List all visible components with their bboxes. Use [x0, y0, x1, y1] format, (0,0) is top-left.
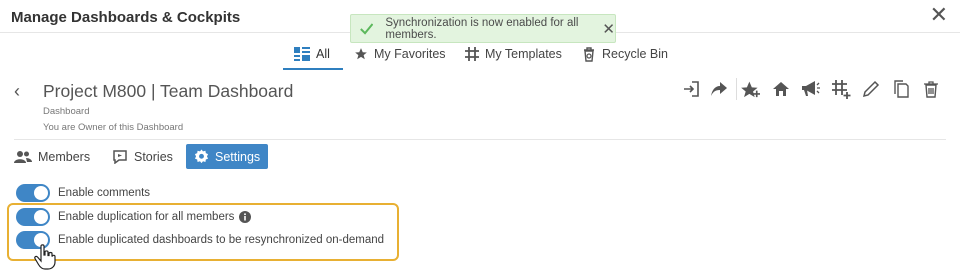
enable-comments-label: Enable comments: [58, 187, 151, 199]
star-add-icon[interactable]: [740, 78, 762, 100]
recycle-bin-icon: [584, 46, 594, 62]
copy-icon[interactable]: [890, 78, 912, 100]
tab-all-label: All: [316, 47, 330, 61]
check-icon: [360, 22, 374, 35]
subtab-members[interactable]: Members: [14, 144, 90, 169]
toast-close-button[interactable]: ✕: [602, 20, 615, 38]
tab-all[interactable]: All: [294, 42, 330, 66]
star-icon: [355, 48, 367, 60]
members-icon: [14, 150, 32, 163]
subtab-stories[interactable]: Stories: [112, 144, 173, 169]
back-button[interactable]: ‹: [14, 81, 20, 102]
toolbar-separator: [736, 78, 737, 100]
grid-icon: [294, 47, 310, 61]
enter-icon[interactable]: [680, 78, 702, 100]
toggle-knob: [34, 186, 48, 200]
main-tabs: All My Favorites My Templates Recycle Bi…: [0, 42, 960, 70]
tab-recycle-bin[interactable]: Recycle Bin: [582, 42, 668, 66]
active-tab-indicator: [283, 68, 343, 70]
trash-icon[interactable]: [920, 78, 942, 100]
tab-my-favorites-label: My Favorites: [374, 47, 446, 61]
toast-message: Synchronization is now enabled for all m…: [385, 16, 579, 41]
setting-enable-comments: Enable comments: [16, 184, 150, 202]
grid-add-icon[interactable]: [830, 78, 852, 100]
subtab-settings-label: Settings: [215, 149, 261, 164]
tab-my-templates-label: My Templates: [485, 47, 562, 61]
gear-icon: [194, 149, 209, 164]
enable-comments-toggle[interactable]: [16, 184, 50, 202]
stories-icon: [113, 149, 127, 164]
section-divider: [14, 139, 946, 140]
dashboard-type: Dashboard: [43, 106, 90, 117]
dialog-title: Manage Dashboards & Cockpits: [11, 9, 241, 26]
subtab-settings[interactable]: Settings: [186, 144, 269, 169]
tab-my-templates[interactable]: My Templates: [465, 42, 562, 66]
subtab-stories-label: Stories: [134, 149, 173, 164]
home-icon[interactable]: [770, 78, 792, 100]
dashboard-title: Project M800 | Team Dashboard: [43, 81, 294, 101]
hand-cursor-icon: [34, 244, 56, 270]
hashtag-grid-icon: [465, 47, 479, 61]
edit-pencil-icon[interactable]: [860, 78, 882, 100]
tab-my-favorites[interactable]: My Favorites: [354, 42, 446, 66]
share-icon[interactable]: [708, 78, 730, 100]
tab-recycle-bin-label: Recycle Bin: [602, 47, 668, 61]
megaphone-icon[interactable]: [799, 78, 821, 100]
close-dialog-button[interactable]: ✕: [930, 4, 948, 26]
subtab-members-label: Members: [38, 149, 91, 164]
highlight-box: [7, 203, 399, 261]
success-toast: Synchronization is now enabled for all m…: [350, 14, 616, 43]
dashboard-owner-text: You are Owner of this Dashboard: [43, 122, 184, 133]
